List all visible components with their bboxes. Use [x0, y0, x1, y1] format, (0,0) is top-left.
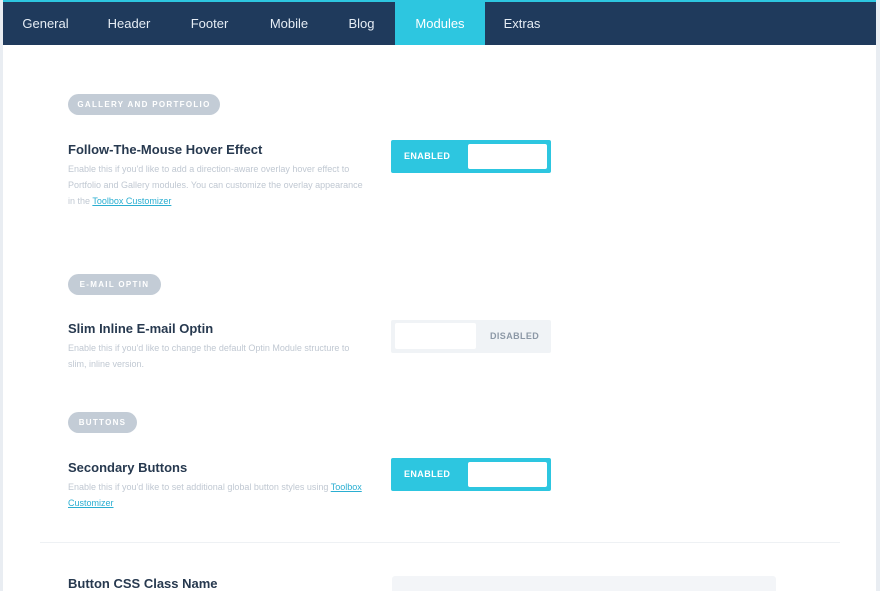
css-class-name-input[interactable] [392, 576, 776, 591]
tab-modules[interactable]: Modules [395, 2, 485, 45]
toggle-knob [395, 323, 476, 349]
slim-optin-toggle[interactable]: DISABLED [391, 320, 551, 353]
section-pill-email-optin: E-MAIL OPTIN [68, 274, 161, 295]
section-pill-gallery-portfolio: GALLERY AND PORTFOLIO [68, 94, 220, 115]
setting-desc-hover-effect: Enable this if you'd like to add a direc… [68, 161, 368, 209]
toggle-state-label: ENABLED [404, 151, 451, 161]
toggle-state-label: ENABLED [404, 469, 451, 479]
tab-footer[interactable]: Footer [173, 2, 246, 45]
setting-title-css-class: Button CSS Class Name [68, 576, 218, 591]
setting-title-hover-effect: Follow-The-Mouse Hover Effect [68, 142, 263, 157]
desc-text: Enable this if you'd like to change the … [68, 343, 350, 369]
tab-blog[interactable]: Blog [333, 2, 390, 45]
toggle-knob [468, 144, 547, 169]
section-divider [40, 542, 840, 543]
settings-tab-bar: General Header Footer Mobile Blog Module… [3, 0, 876, 45]
setting-title-secondary-buttons: Secondary Buttons [68, 460, 188, 475]
toolbox-customizer-link[interactable]: Toolbox Customizer [92, 196, 171, 206]
tab-mobile[interactable]: Mobile [253, 2, 325, 45]
frame-right-border [876, 0, 880, 591]
setting-title-slim-optin: Slim Inline E-mail Optin [68, 321, 214, 336]
section-pill-buttons: BUTTONS [68, 412, 137, 433]
tab-extras[interactable]: Extras [495, 2, 549, 45]
setting-desc-slim-optin: Enable this if you'd like to change the … [68, 340, 368, 372]
toggle-knob [468, 462, 547, 487]
tab-header[interactable]: Header [90, 2, 168, 45]
hover-effect-toggle[interactable]: ENABLED [391, 140, 551, 173]
frame-left-border [0, 0, 3, 591]
desc-text: Enable this if you'd like to set additio… [68, 482, 331, 492]
toggle-state-label: DISABLED [490, 331, 540, 341]
secondary-buttons-toggle[interactable]: ENABLED [391, 458, 551, 491]
setting-desc-secondary-buttons: Enable this if you'd like to set additio… [68, 479, 368, 511]
tab-general[interactable]: General [9, 2, 82, 45]
